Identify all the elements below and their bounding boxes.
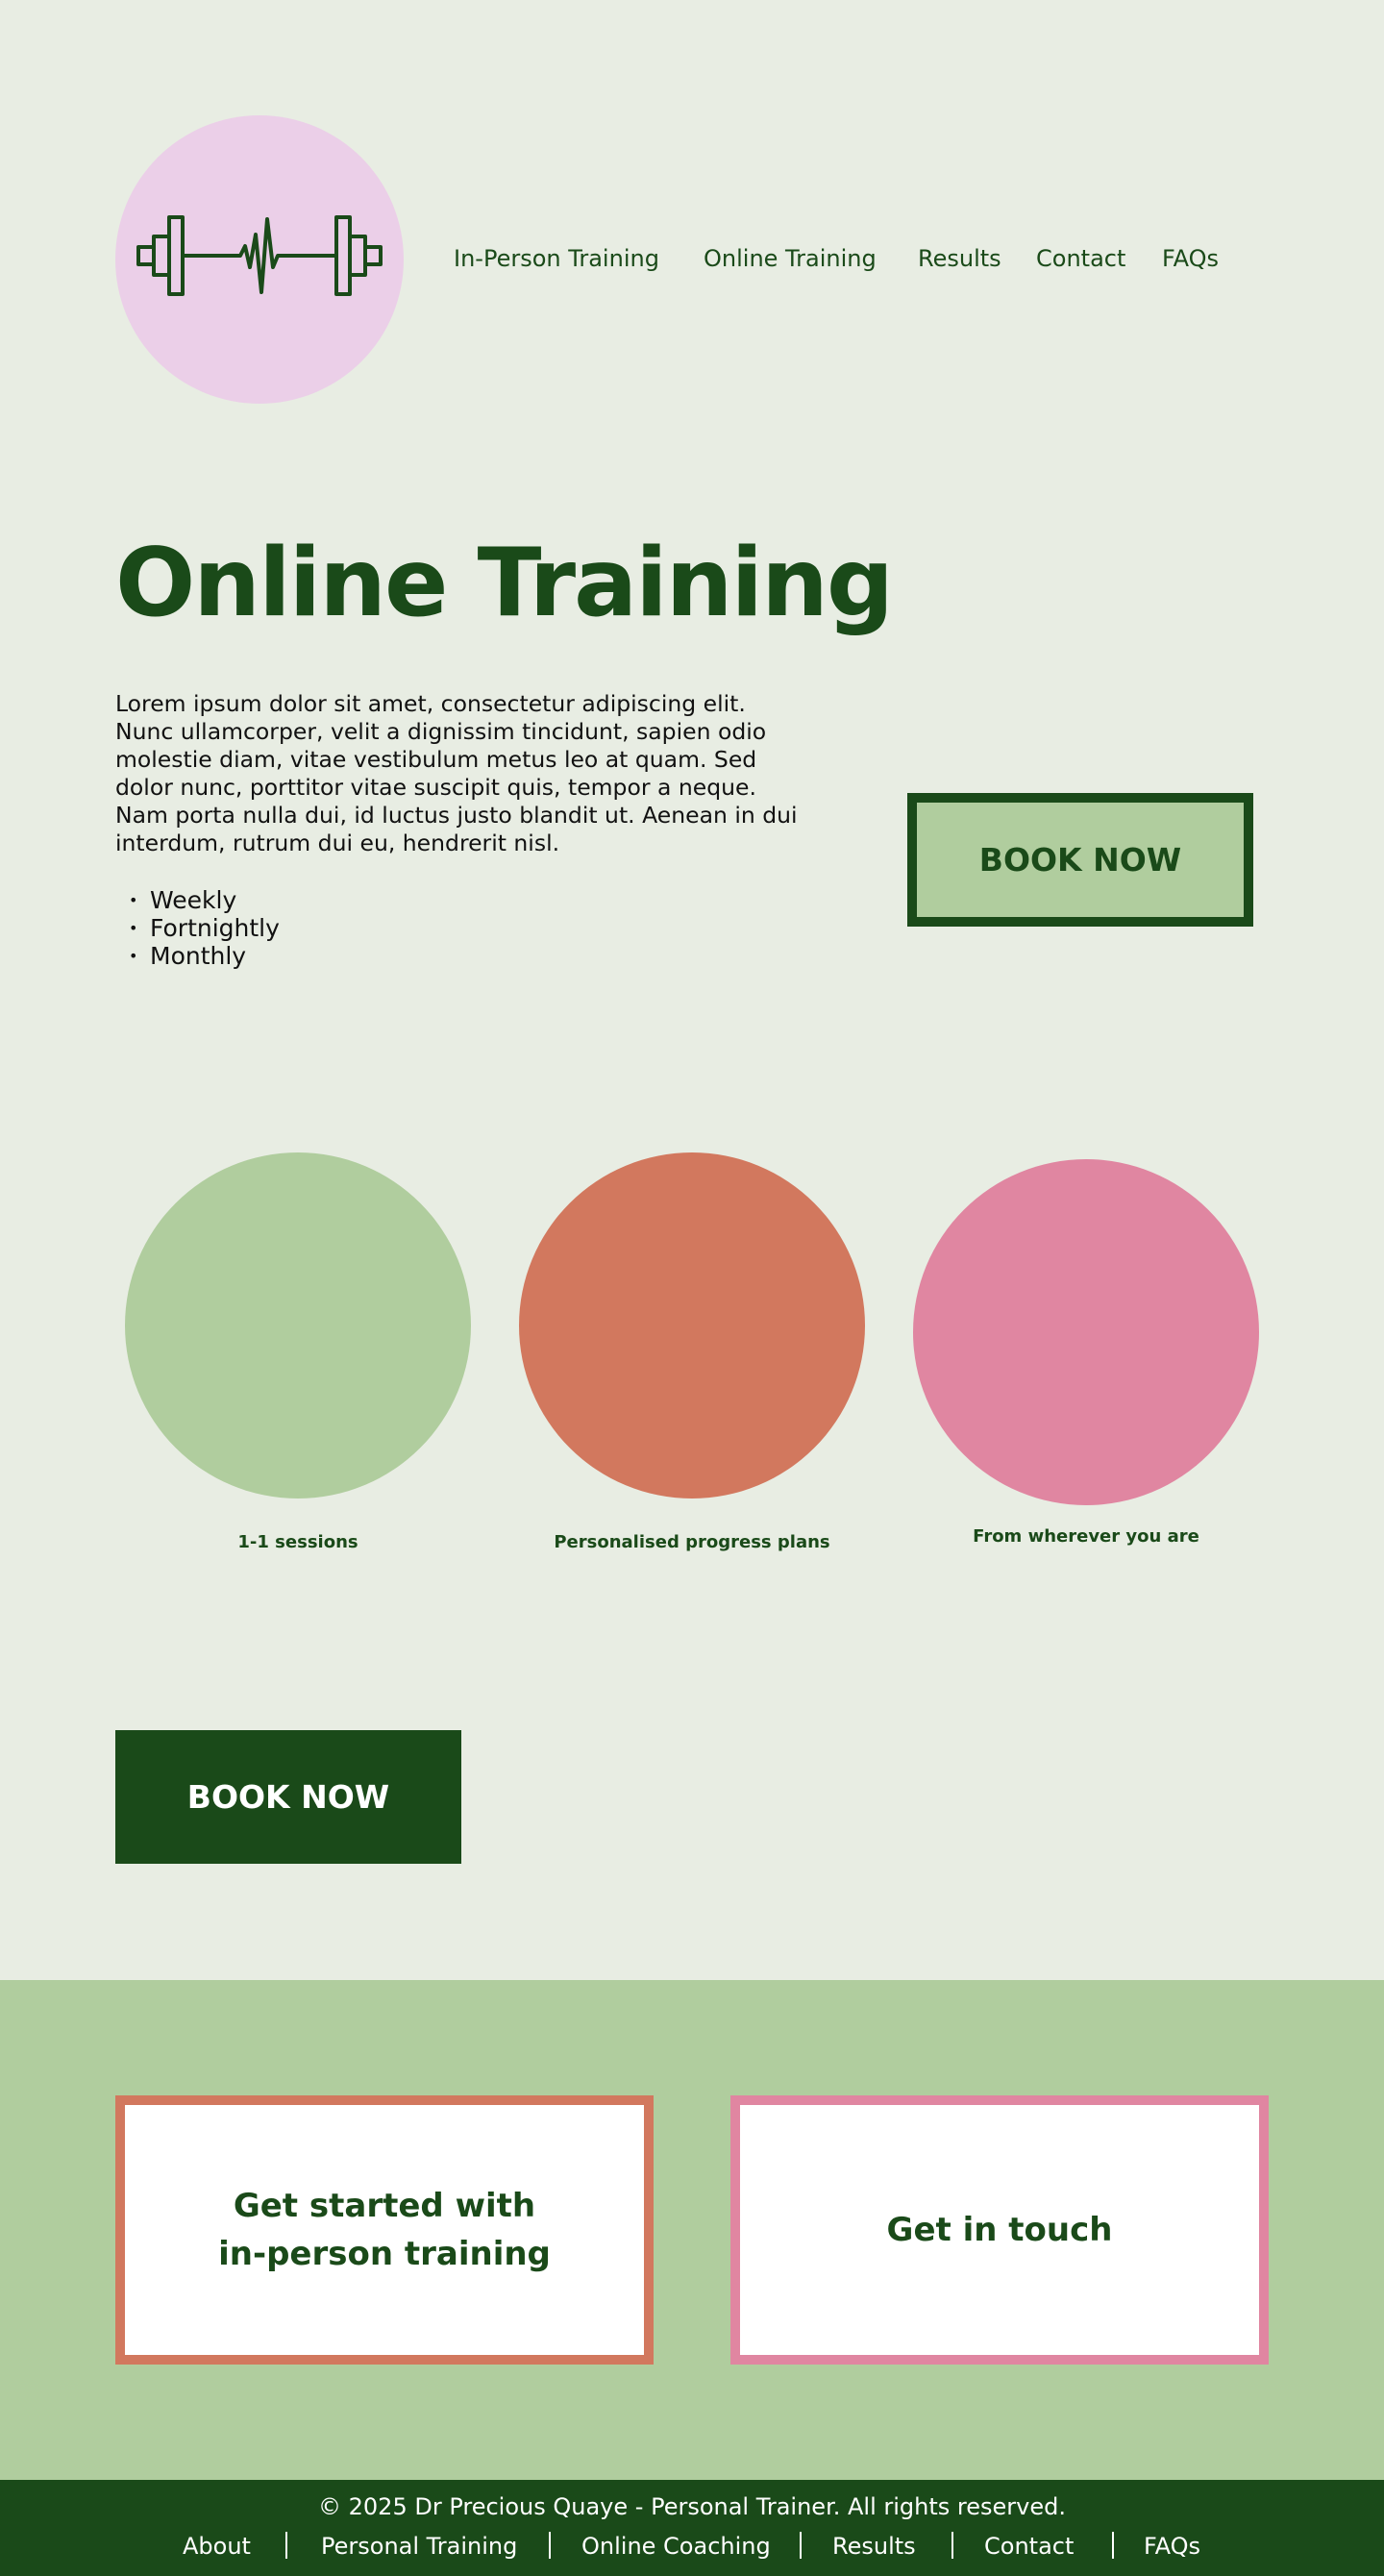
footer-link-results[interactable]: Results: [832, 2533, 916, 2560]
frequency-list: Weekly Fortnightly Monthly: [129, 886, 280, 970]
feature-label-sessions: 1-1 sessions: [237, 1532, 358, 1552]
nav-item-faqs[interactable]: FAQs: [1162, 245, 1219, 272]
list-item: Weekly: [129, 886, 280, 914]
footer: © 2025 Dr Precious Quaye - Personal Trai…: [0, 2480, 1384, 2576]
feature-circle-sessions: [125, 1152, 471, 1499]
page-title: Online Training: [115, 529, 894, 638]
nav-item-results[interactable]: Results: [918, 245, 1001, 272]
feature-label-anywhere: From wherever you are: [973, 1526, 1199, 1547]
intro-paragraph: Lorem ipsum dolor sit amet, consectetur …: [115, 690, 798, 856]
feature-label-progress: Personalised progress plans: [554, 1532, 830, 1552]
footer-link-contact[interactable]: Contact: [984, 2533, 1074, 2560]
get-in-touch-card-label: Get in touch: [886, 2211, 1113, 2249]
feature-circle-anywhere: [913, 1159, 1259, 1505]
footer-divider: [549, 2532, 551, 2559]
list-item: Fortnightly: [129, 914, 280, 942]
footer-divider: [800, 2532, 802, 2559]
nav-item-in-person-training[interactable]: In-Person Training: [454, 245, 659, 272]
footer-link-about[interactable]: About: [183, 2533, 251, 2560]
book-now-button-secondary[interactable]: BOOK NOW: [115, 1730, 461, 1864]
list-item: Monthly: [129, 942, 280, 970]
footer-divider: [285, 2532, 287, 2559]
main-nav: In-Person Training Online Training Resul…: [0, 245, 1384, 274]
footer-divider: [952, 2532, 953, 2559]
footer-link-personal-training[interactable]: Personal Training: [321, 2533, 517, 2560]
in-person-training-card[interactable]: Get started with in-person training: [115, 2095, 654, 2365]
footer-link-faqs[interactable]: FAQs: [1144, 2533, 1200, 2560]
copyright-text: © 2025 Dr Precious Quaye - Personal Trai…: [318, 2493, 1066, 2520]
nav-item-contact[interactable]: Contact: [1036, 245, 1125, 272]
in-person-training-card-label: Get started with in-person training: [218, 2187, 551, 2273]
footer-link-online-coaching[interactable]: Online Coaching: [581, 2533, 771, 2560]
footer-divider: [1112, 2532, 1114, 2559]
nav-item-online-training[interactable]: Online Training: [704, 245, 877, 272]
feature-circle-progress: [519, 1152, 865, 1499]
book-now-button[interactable]: BOOK NOW: [907, 793, 1253, 927]
get-in-touch-card[interactable]: Get in touch: [730, 2095, 1269, 2365]
